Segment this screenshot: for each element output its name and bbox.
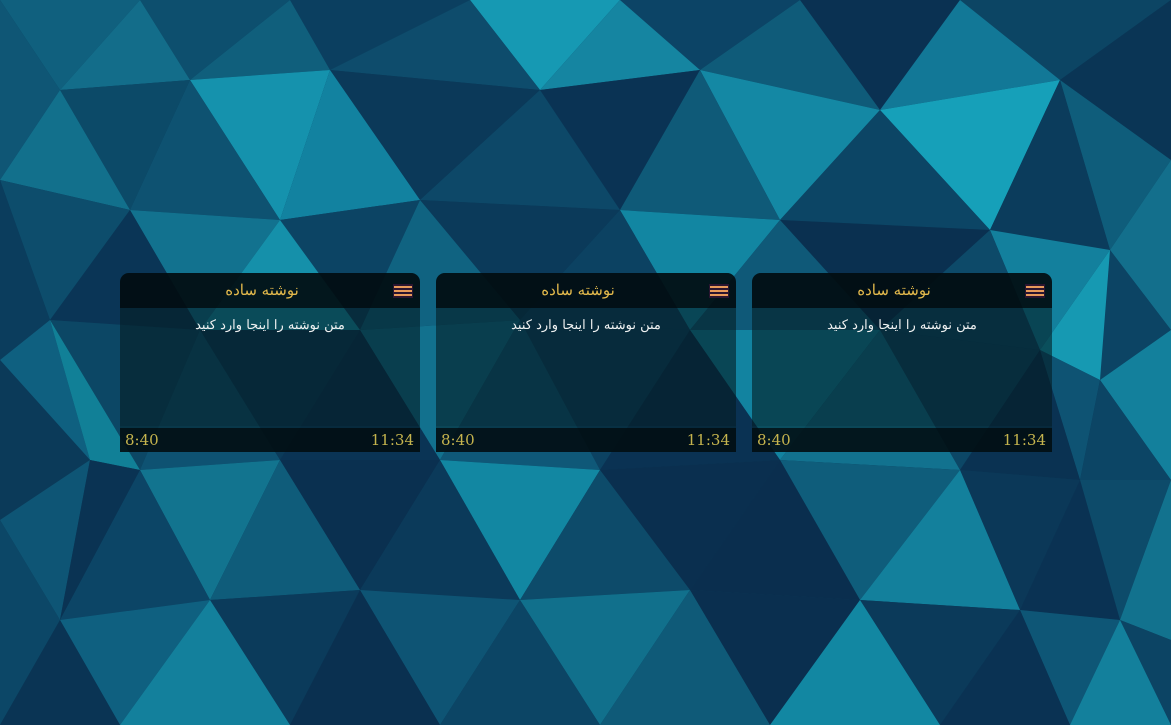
note-title: نوشته ساده [225, 281, 299, 299]
note-card[interactable]: نوشته ساده متن نوشته را اینجا وارد کنید … [120, 273, 420, 452]
menu-icon[interactable] [1025, 284, 1045, 298]
note-text[interactable]: متن نوشته را اینجا وارد کنید [120, 318, 420, 333]
note-footer: 8:40 11:34 [436, 428, 736, 452]
note-header: نوشته ساده [120, 273, 420, 308]
note-card[interactable]: نوشته ساده متن نوشته را اینجا وارد کنید … [436, 273, 736, 452]
notes-container: نوشته ساده متن نوشته را اینجا وارد کنید … [120, 273, 1052, 452]
menu-icon[interactable] [709, 284, 729, 298]
note-time-right: 11:34 [370, 431, 414, 449]
note-time-right: 11:34 [686, 431, 730, 449]
note-text[interactable]: متن نوشته را اینجا وارد کنید [752, 318, 1052, 333]
note-header: نوشته ساده [752, 273, 1052, 308]
note-time-right: 11:34 [1002, 431, 1046, 449]
note-footer: 8:40 11:34 [120, 428, 420, 452]
note-card[interactable]: نوشته ساده متن نوشته را اینجا وارد کنید … [752, 273, 1052, 452]
note-body[interactable]: متن نوشته را اینجا وارد کنید [752, 308, 1052, 426]
note-title: نوشته ساده [857, 281, 931, 299]
note-header: نوشته ساده [436, 273, 736, 308]
note-body[interactable]: متن نوشته را اینجا وارد کنید [436, 308, 736, 426]
note-title: نوشته ساده [541, 281, 615, 299]
note-time-left: 8:40 [441, 431, 475, 449]
note-text[interactable]: متن نوشته را اینجا وارد کنید [436, 318, 736, 333]
menu-icon[interactable] [393, 284, 413, 298]
note-body[interactable]: متن نوشته را اینجا وارد کنید [120, 308, 420, 426]
note-time-left: 8:40 [125, 431, 159, 449]
note-footer: 8:40 11:34 [752, 428, 1052, 452]
note-time-left: 8:40 [757, 431, 791, 449]
